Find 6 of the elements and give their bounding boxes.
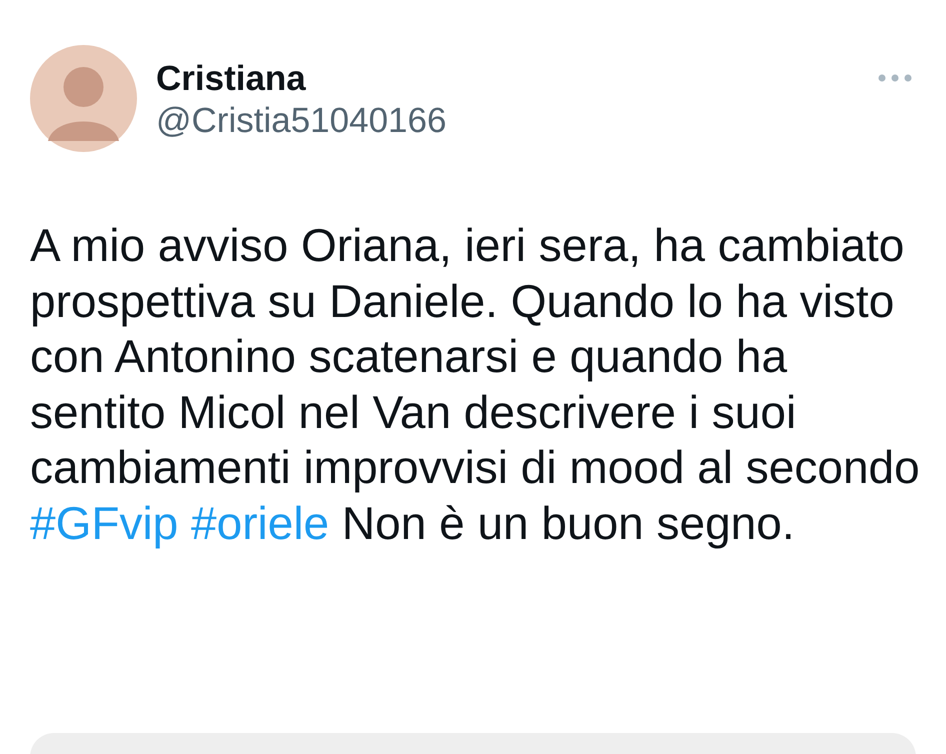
hashtag-link[interactable]: #GFvip [30, 496, 178, 548]
hashtag-link[interactable]: #oriele [191, 496, 330, 548]
author-name: Cristiana [156, 59, 307, 99]
author-handle: @Cristia51040166 [156, 101, 446, 141]
more-icon[interactable] [878, 74, 912, 82]
tweet-text: A mio avviso Oriana, ieri sera, ha cambiato prospettiva su Daniele. Quando lo ha visto con Antonino scatenarsi e quando ha sentito Micol nel Van descrivere i suoi cambiamenti improvvisi di mood al secondo #GFvip #oriele Non è un buon segno. [30, 218, 920, 550]
